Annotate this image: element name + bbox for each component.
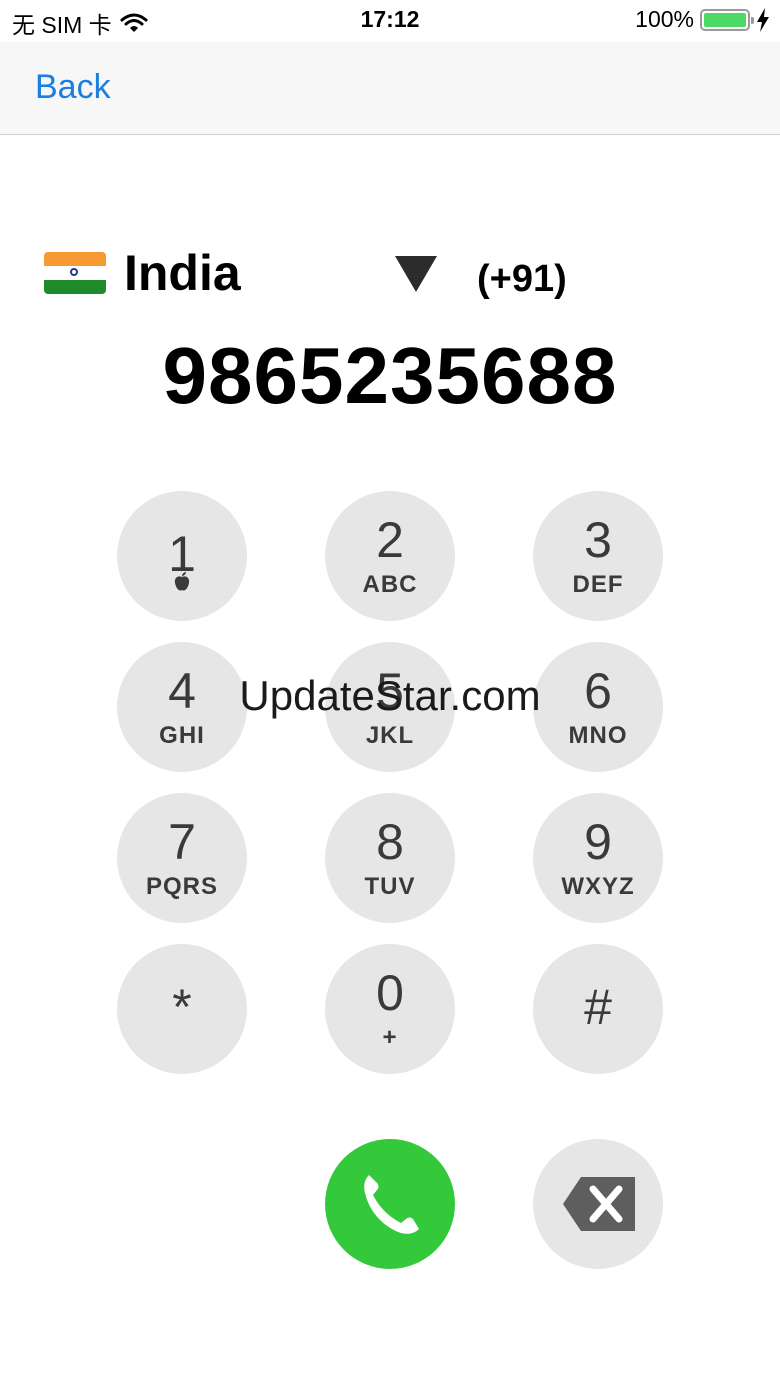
battery-percent: 100% xyxy=(635,6,694,32)
key-digit: * xyxy=(172,979,192,1035)
key-letters: ABC xyxy=(362,571,418,598)
key-letters: MNO xyxy=(568,722,628,749)
back-button[interactable]: Back xyxy=(35,68,111,107)
key-letters: WXYZ xyxy=(561,873,635,900)
key-digit: 8 xyxy=(376,814,404,870)
key-letters: + xyxy=(382,1024,398,1051)
key-digit: 0 xyxy=(376,965,404,1021)
bolt-icon xyxy=(757,7,769,32)
key-two[interactable]: 2 ABC xyxy=(325,491,455,621)
key-digit: 9 xyxy=(584,814,612,870)
key-hash[interactable]: # xyxy=(533,944,663,1074)
key-three[interactable]: 3 DEF xyxy=(533,491,663,621)
country-selector[interactable]: India (+91) xyxy=(0,240,780,310)
apple-icon xyxy=(117,571,247,600)
battery-tip xyxy=(751,16,754,24)
dropdown-arrow-icon[interactable] xyxy=(395,256,437,292)
key-letters: GHI xyxy=(159,722,205,749)
phone-number-display: 9865235688 xyxy=(162,331,618,420)
country-code: (+91) xyxy=(477,258,567,300)
key-zero[interactable]: 0 + xyxy=(325,944,455,1074)
navigation-bar: Back xyxy=(0,42,780,135)
country-name: India xyxy=(124,245,241,301)
key-digit: # xyxy=(584,979,612,1035)
key-letters: JKL xyxy=(365,722,415,749)
key-eight[interactable]: 8 TUV xyxy=(325,793,455,923)
delete-button[interactable] xyxy=(533,1139,663,1269)
battery-fill xyxy=(704,12,746,27)
india-flag-icon xyxy=(44,252,106,294)
key-nine[interactable]: 9 WXYZ xyxy=(533,793,663,923)
backspace-icon xyxy=(563,1177,635,1231)
status-bar: 无 SIM 卡 17:12 100% xyxy=(0,0,780,42)
key-digit: 2 xyxy=(376,512,404,568)
key-digit: 3 xyxy=(584,512,612,568)
phone-icon xyxy=(364,1175,419,1234)
key-star[interactable]: * xyxy=(117,944,247,1074)
status-right: 100% xyxy=(635,6,770,33)
key-letters: PQRS xyxy=(145,873,218,900)
key-letters: DEF xyxy=(572,571,624,598)
key-seven[interactable]: 7 PQRS xyxy=(117,793,247,923)
key-one[interactable]: 1 xyxy=(117,491,247,621)
key-letters: TUV xyxy=(364,873,416,900)
battery-icon xyxy=(700,8,754,31)
watermark: UpdateStar.com xyxy=(239,672,541,719)
call-button[interactable] xyxy=(325,1139,455,1269)
key-digit: 7 xyxy=(168,814,196,870)
